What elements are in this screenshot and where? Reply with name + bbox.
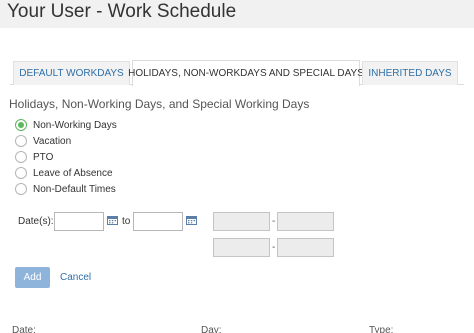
radio-option-leave-of-absence[interactable]: Leave of Absence <box>15 166 113 180</box>
start-date-input[interactable] <box>54 212 104 231</box>
dates-label: Date(s): <box>18 216 54 227</box>
calendar-icon[interactable] <box>107 215 118 225</box>
title-bar: Your User - Work Schedule <box>0 0 474 28</box>
app-window: Your User - Work Schedule DEFAULT WORKDA… <box>0 0 474 333</box>
radio-option-vacation[interactable]: Vacation <box>15 134 71 148</box>
radio-option-non-working-days[interactable]: Non-Working Days <box>15 118 117 132</box>
radio-button[interactable] <box>15 167 27 179</box>
end-date-input[interactable] <box>133 212 183 231</box>
column-header-type: Type: <box>369 325 394 333</box>
tab-default-workdays[interactable]: DEFAULT WORKDAYS <box>13 61 130 85</box>
section-heading: Holidays, Non-Working Days, and Special … <box>9 97 310 111</box>
radio-button[interactable] <box>15 135 27 147</box>
radio-label: Non-Default Times <box>33 183 116 195</box>
column-header-date: Date: <box>12 325 36 333</box>
radio-label: PTO <box>33 151 54 163</box>
calendar-icon[interactable] <box>186 215 197 225</box>
radio-option-pto[interactable]: PTO <box>15 150 53 164</box>
radio-label: Vacation <box>33 135 72 147</box>
radio-option-non-default-times[interactable]: Non-Default Times <box>15 182 116 196</box>
column-header-day: Day: <box>201 325 222 333</box>
start-time-input-1 <box>213 212 270 231</box>
add-button[interactable]: Add <box>15 267 50 288</box>
end-time-input-1 <box>277 212 334 231</box>
cancel-link[interactable]: Cancel <box>60 272 91 283</box>
start-time-input-2 <box>213 238 270 257</box>
tab-inherited-days[interactable]: INHERITED DAYS <box>362 61 458 85</box>
to-label: to <box>122 216 131 227</box>
page-title: Your User - Work Schedule <box>7 1 237 22</box>
radio-button[interactable] <box>15 183 27 195</box>
time-separator: - <box>272 242 276 253</box>
end-time-input-2 <box>277 238 334 257</box>
radio-label: Leave of Absence <box>33 167 113 179</box>
radio-button-selected[interactable] <box>15 119 27 131</box>
tab-holidays-non-workdays-special-days[interactable]: HOLIDAYS, NON-WORKDAYS AND SPECIAL DAYS <box>128 60 364 86</box>
time-separator: - <box>272 216 276 227</box>
radio-label: Non-Working Days <box>33 119 117 131</box>
radio-button[interactable] <box>15 151 27 163</box>
